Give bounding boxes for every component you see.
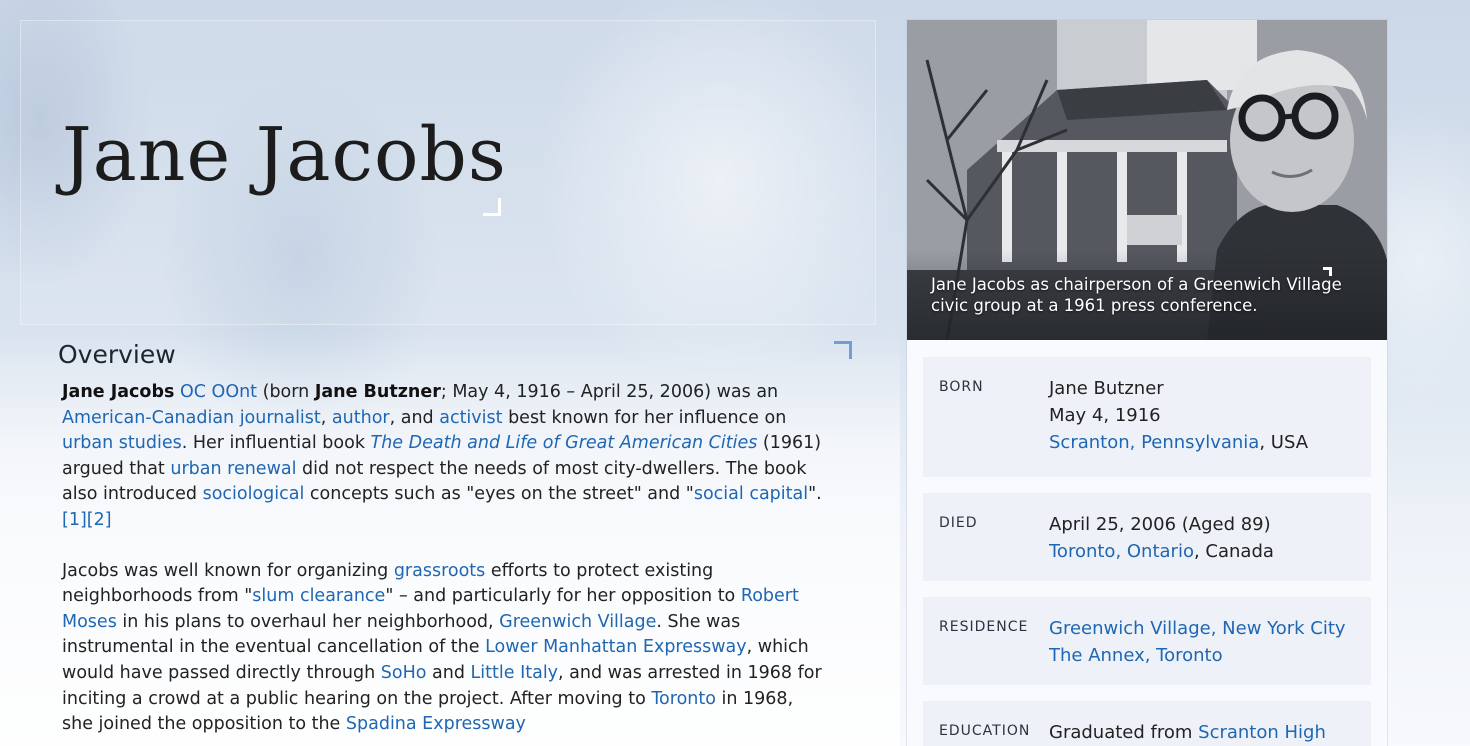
overview-paragraph-2: Jacobs was well known for organizing gra…	[62, 559, 822, 738]
text: , USA	[1259, 432, 1309, 453]
link-social-capital[interactable]: social capital	[694, 484, 808, 504]
link-little-italy[interactable]: Little Italy	[471, 663, 559, 683]
text: in his plans to overhaul her neighborhoo…	[116, 611, 500, 632]
residence-2: The Annex, Toronto	[1049, 642, 1359, 669]
infobox: Jane Jacobs as chairperson of a Greenwic…	[907, 20, 1387, 746]
link-grassroots[interactable]: grassroots	[394, 561, 485, 581]
bold-birth-name: Jane Butzner	[314, 382, 441, 402]
portrait-caption: Jane Jacobs as chairperson of a Greenwic…	[931, 275, 1342, 315]
info-row-education: EDUCATION Graduated from Scranton High	[923, 701, 1371, 746]
text: " – and particularly for her opposition …	[385, 586, 741, 607]
link-toronto-ontario[interactable]: Toronto, Ontario	[1049, 541, 1194, 562]
info-value-died: April 25, 2006 (Aged 89) Toronto, Ontari…	[1049, 511, 1359, 565]
born-date: May 4, 1916	[1049, 405, 1161, 426]
link-slum-clearance[interactable]: slum clearance	[252, 586, 385, 606]
link-urban-renewal[interactable]: urban renewal	[170, 459, 296, 479]
info-label-born: BORN	[939, 379, 984, 395]
link-greenwich-village[interactable]: Greenwich Village	[499, 612, 656, 632]
text: concepts such as "eyes on the street" an…	[304, 484, 694, 505]
text: Jacobs was well known for organizing	[62, 560, 394, 581]
article-body: Jane Jacobs OC OOnt (born Jane Butzner; …	[62, 380, 822, 746]
text: ,	[320, 407, 332, 428]
link-scranton-high[interactable]: Scranton High	[1198, 722, 1326, 743]
link-the-annex[interactable]: The Annex, Toronto	[1049, 645, 1223, 666]
link-toronto[interactable]: Toronto	[651, 689, 716, 709]
died-place: Toronto, Ontario, Canada	[1049, 538, 1359, 565]
born-place: Scranton, Pennsylvania, USA	[1049, 429, 1359, 456]
info-row-born: BORN Jane Butzner May 4, 1916 Scranton, …	[923, 357, 1371, 477]
info-label-residence: RESIDENCE	[939, 619, 1029, 635]
text: ".	[808, 484, 822, 505]
text: , and	[389, 407, 440, 428]
link-nationality[interactable]: American-Canadian journalist	[62, 408, 321, 428]
link-soho[interactable]: SoHo	[381, 663, 427, 683]
link-honors[interactable]: OC OOnt	[180, 382, 257, 402]
link-urban-studies[interactable]: urban studies	[62, 433, 182, 453]
info-value-born: Jane Butzner May 4, 1916 Scranton, Penns…	[1049, 375, 1359, 456]
text: and	[426, 662, 471, 683]
info-value-education: Graduated from Scranton High	[1049, 719, 1359, 746]
section-heading-overview: Overview	[58, 340, 176, 369]
education-text: Graduated from Scranton High	[1049, 719, 1359, 746]
title-corner-bracket	[483, 198, 501, 216]
text: , Canada	[1193, 541, 1274, 562]
link-sociological[interactable]: sociological	[203, 484, 305, 504]
link-greenwich-village-nyc[interactable]: Greenwich Village, New York City	[1049, 618, 1346, 639]
text: (born	[262, 382, 315, 402]
reference-1[interactable]: [1]	[62, 510, 87, 530]
page-title: Jane Jacobs	[62, 112, 507, 198]
link-author[interactable]: author	[332, 408, 390, 428]
link-spadina-expressway[interactable]: Spadina Expressway	[346, 714, 526, 734]
info-label-died: DIED	[939, 515, 978, 531]
book-title: The Death and Life of Great American Cit…	[370, 433, 758, 454]
reference-2[interactable]: [2]	[87, 510, 112, 530]
info-label-education: EDUCATION	[939, 723, 1031, 739]
info-row-residence: RESIDENCE Greenwich Village, New York Ci…	[923, 597, 1371, 685]
text: Graduated from	[1049, 722, 1199, 743]
info-value-residence: Greenwich Village, New York City The Ann…	[1049, 615, 1359, 669]
text: . Her influential book	[181, 433, 371, 454]
portrait-image[interactable]: Jane Jacobs as chairperson of a Greenwic…	[907, 20, 1387, 340]
info-row-died: DIED April 25, 2006 (Aged 89) Toronto, O…	[923, 493, 1371, 581]
text: best known for her influence on	[502, 407, 787, 428]
text: ; May 4, 1916 – April 25, 2006) was an	[440, 382, 779, 402]
overview-paragraph-1: Jane Jacobs OC OOnt (born Jane Butzner; …	[62, 380, 822, 534]
bold-name: Jane Jacobs	[62, 382, 175, 402]
link-scranton[interactable]: Scranton, Pennsylvania	[1049, 432, 1259, 453]
residence-1: Greenwich Village, New York City	[1049, 615, 1359, 642]
section-corner-bracket	[834, 341, 852, 359]
link-lower-manhattan-expressway[interactable]: Lower Manhattan Expressway	[485, 637, 747, 657]
died-date: April 25, 2006 (Aged 89)	[1049, 514, 1271, 535]
link-activist[interactable]: activist	[439, 408, 502, 428]
link-book[interactable]: The Death and Life of Great American Cit…	[371, 433, 758, 453]
born-name: Jane Butzner	[1049, 378, 1164, 399]
